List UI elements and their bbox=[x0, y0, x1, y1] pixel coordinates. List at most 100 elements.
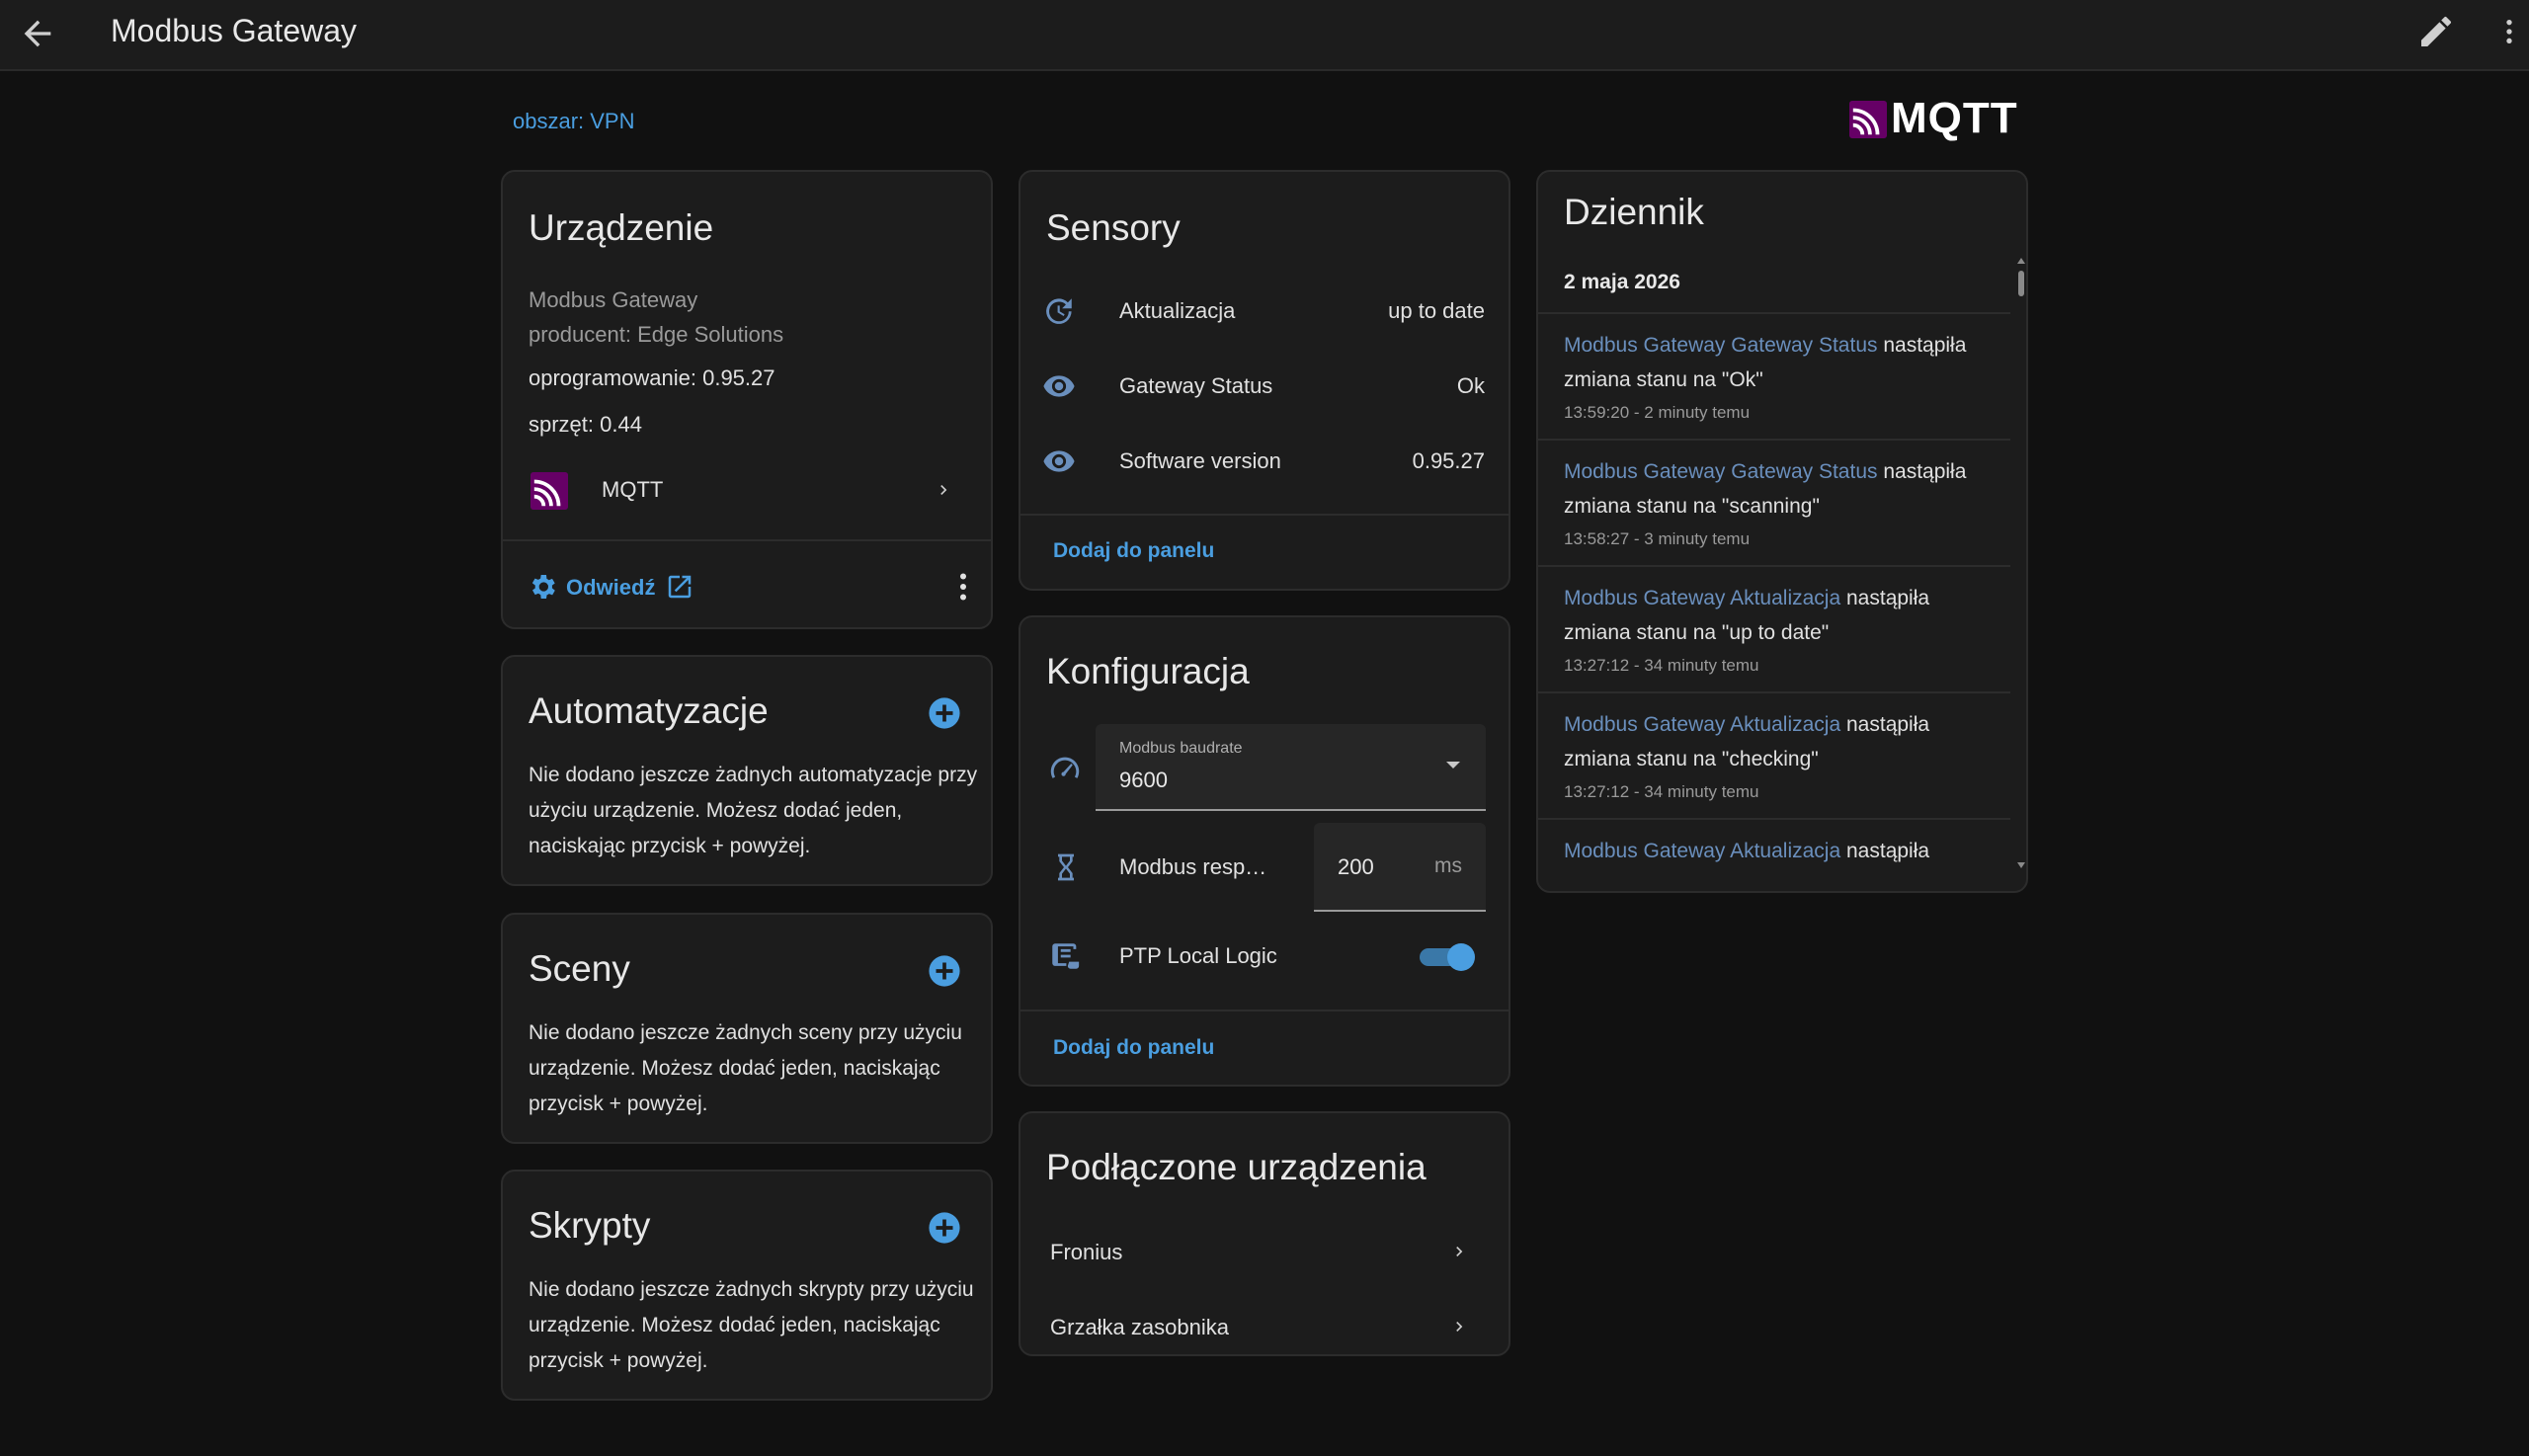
log-entity-link[interactable]: Modbus Gateway Gateway Status bbox=[1564, 460, 1878, 483]
sensor-value: 0.95.27 bbox=[1412, 448, 1485, 473]
mqtt-integration-row[interactable]: MQTT bbox=[503, 460, 991, 520]
top-app-bar: Modbus Gateway bbox=[0, 0, 2529, 71]
log-entity-link[interactable]: Modbus Gateway Aktualizacja bbox=[1564, 587, 1840, 609]
configuration-card: Konfiguracja Modbus baudrate 9600 Modbus… bbox=[1019, 615, 1510, 1087]
gear-icon bbox=[531, 575, 555, 599]
sensors-card: Sensory Aktualizacja up to date Gateway … bbox=[1019, 170, 1510, 591]
logbook-card: Dziennik 2 maja 2026 Modbus Gateway Gate… bbox=[1536, 170, 2028, 893]
mqtt-logo-text: MQTT bbox=[1891, 94, 2018, 142]
device-info: Modbus Gateway producent: Edge Solutions bbox=[529, 283, 783, 352]
scenes-title: Sceny bbox=[529, 948, 630, 989]
log-time: 13:27:12 - 34 minuty temu bbox=[1564, 782, 1759, 801]
divider bbox=[503, 539, 991, 541]
device-card-title: Urządzenie bbox=[529, 207, 714, 248]
scripts-card: Skrypty Nie dodano jeszcze żadnych skryp… bbox=[501, 1170, 993, 1401]
mqtt-icon bbox=[530, 472, 568, 510]
mqtt-logo: MQTT bbox=[1849, 97, 2023, 140]
modbus-response-label: Modbus resp… bbox=[1119, 854, 1267, 879]
modbus-baudrate-label: Modbus baudrate bbox=[1119, 740, 1243, 757]
modbus-baudrate-select[interactable]: Modbus baudrate 9600 bbox=[1096, 724, 1486, 811]
update-icon bbox=[1046, 298, 1072, 324]
device-firmware: oprogramowanie: 0.95.27 bbox=[529, 365, 775, 390]
configuration-title: Konfiguracja bbox=[1046, 651, 1250, 691]
logbook-entry: Modbus Gateway Aktualizacja nastąpiła bbox=[1538, 818, 2010, 873]
modbus-baudrate-value: 9600 bbox=[1119, 768, 1168, 792]
eye-icon bbox=[1043, 375, 1075, 397]
automations-title: Automatyzacje bbox=[529, 690, 769, 731]
ptp-local-logic-toggle[interactable] bbox=[1420, 941, 1477, 971]
open-in-new-icon bbox=[668, 575, 692, 599]
logbook-entry: Modbus Gateway Gateway Status nastąpiła … bbox=[1538, 439, 2010, 563]
scenes-card: Sceny Nie dodano jeszcze żadnych sceny p… bbox=[501, 913, 993, 1144]
connected-device-grzalka[interactable]: Grzałka zasobnika bbox=[1020, 1295, 1509, 1358]
chevron-right-icon bbox=[1456, 1322, 1463, 1332]
sensor-row-software-version[interactable]: Software version 0.95.27 bbox=[1020, 431, 1509, 490]
scroll-up-icon[interactable] bbox=[2016, 257, 2026, 265]
logbook-entry: Modbus Gateway Aktualizacja nastąpiła zm… bbox=[1538, 565, 2010, 689]
toggle-knob bbox=[1447, 943, 1475, 971]
log-message: Modbus Gateway Gateway Status nastąpiła … bbox=[1564, 454, 1999, 524]
scrollbar-thumb[interactable] bbox=[2018, 271, 2024, 296]
sensor-row-update[interactable]: Aktualizacja up to date bbox=[1020, 281, 1509, 340]
speedometer-icon bbox=[1050, 757, 1080, 778]
scripts-title: Skrypty bbox=[529, 1205, 651, 1246]
device-model: Modbus Gateway bbox=[529, 287, 698, 312]
sensors-title: Sensory bbox=[1046, 207, 1181, 248]
add-scene-button[interactable] bbox=[928, 954, 961, 988]
scripts-empty-text: Nie dodano jeszcze żadnych skrypty przy … bbox=[529, 1278, 974, 1372]
add-automation-button[interactable] bbox=[928, 696, 961, 730]
log-time: 13:59:20 - 2 minuty temu bbox=[1564, 403, 1751, 422]
divider bbox=[1020, 1010, 1509, 1011]
visit-label: Odwiedź bbox=[566, 575, 656, 600]
device-manufacturer: producent: Edge Solutions bbox=[529, 322, 784, 347]
more-vertical-icon[interactable] bbox=[2493, 12, 2525, 51]
sensor-name: Aktualizacja bbox=[1119, 298, 1236, 323]
scroll-down-icon[interactable] bbox=[2016, 861, 2026, 869]
log-message: Modbus Gateway Gateway Status nastąpiła … bbox=[1564, 328, 1999, 397]
logbook-scrollbar[interactable] bbox=[2016, 257, 2026, 885]
add-script-button[interactable] bbox=[928, 1211, 961, 1245]
log-action: nastąpiła bbox=[1846, 840, 1930, 862]
scenes-empty-text: Nie dodano jeszcze żadnych sceny przy uż… bbox=[529, 1021, 962, 1115]
log-time: 13:27:12 - 34 minuty temu bbox=[1564, 656, 1759, 675]
log-entity-link[interactable]: Modbus Gateway Gateway Status bbox=[1564, 334, 1878, 357]
mqtt-logo-icon bbox=[1849, 101, 1887, 138]
connected-devices-card: Podłączone urządzenia Fronius Grzałka za… bbox=[1019, 1111, 1510, 1356]
log-entity-link[interactable]: Modbus Gateway Aktualizacja bbox=[1564, 840, 1840, 862]
area-link[interactable]: obszar: VPN bbox=[513, 109, 635, 134]
device-hardware: sprzęt: 0.44 bbox=[529, 412, 642, 437]
sensor-name: Software version bbox=[1119, 448, 1281, 473]
modbus-response-unit: ms bbox=[1434, 854, 1462, 877]
divider bbox=[1020, 514, 1509, 516]
page-title: Modbus Gateway bbox=[111, 13, 358, 48]
logbook-title: Dziennik bbox=[1564, 192, 1704, 232]
device-card: Urządzenie Modbus Gateway producent: Edg… bbox=[501, 170, 993, 629]
sensor-value: up to date bbox=[1388, 298, 1485, 323]
chevron-right-icon bbox=[1456, 1247, 1463, 1256]
add-sensors-to-dashboard-button[interactable]: Dodaj do panelu bbox=[1053, 539, 1214, 563]
more-vertical-icon[interactable] bbox=[945, 569, 981, 605]
log-message: Modbus Gateway Aktualizacja nastąpiła zm… bbox=[1564, 707, 1999, 776]
ptp-local-logic-label: PTP Local Logic bbox=[1119, 943, 1277, 968]
logbook-date: 2 maja 2026 bbox=[1564, 271, 1680, 293]
connected-device-name: Grzałka zasobnika bbox=[1050, 1315, 1229, 1339]
automations-card: Automatyzacje Nie dodano jeszcze żadnych… bbox=[501, 655, 993, 886]
sensor-row-gateway-status[interactable]: Gateway Status Ok bbox=[1020, 356, 1509, 415]
modbus-response-input[interactable]: 200 ms bbox=[1314, 823, 1486, 912]
log-message: Modbus Gateway Aktualizacja nastąpiła zm… bbox=[1564, 581, 1999, 650]
sensor-name: Gateway Status bbox=[1119, 373, 1273, 398]
dropdown-arrow-icon bbox=[1446, 762, 1460, 768]
pencil-icon[interactable] bbox=[2416, 12, 2456, 51]
log-entity-link[interactable]: Modbus Gateway Aktualizacja bbox=[1564, 713, 1840, 736]
connected-devices-title: Podłączone urządzenia bbox=[1046, 1147, 1427, 1187]
log-time: 13:58:27 - 3 minuty temu bbox=[1564, 529, 1751, 548]
log-message: Modbus Gateway Aktualizacja nastąpiła bbox=[1564, 834, 1999, 868]
arrow-left-icon[interactable] bbox=[18, 14, 57, 53]
sensor-value: Ok bbox=[1456, 373, 1485, 398]
connected-device-fronius[interactable]: Fronius bbox=[1020, 1220, 1509, 1283]
chevron-right-icon bbox=[940, 485, 947, 495]
add-config-to-dashboard-button[interactable]: Dodaj do panelu bbox=[1053, 1036, 1214, 1060]
logbook-entry: Modbus Gateway Gateway Status nastąpiła … bbox=[1538, 312, 2010, 437]
script-text-icon bbox=[1052, 943, 1080, 969]
eye-icon bbox=[1043, 450, 1075, 472]
